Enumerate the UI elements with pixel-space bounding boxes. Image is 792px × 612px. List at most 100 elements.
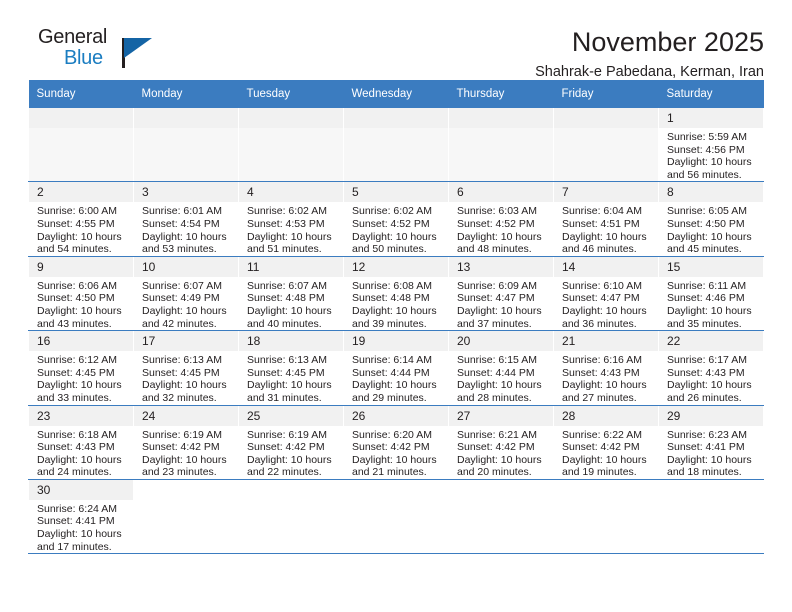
day-number: 16: [29, 331, 133, 352]
day-number-placeholder: [344, 108, 448, 128]
calendar-day-cell[interactable]: 24 Sunrise: 6:19 AM Sunset: 4:42 PM Dayligh…: [133, 405, 239, 480]
calendar-day-cell[interactable]: 26 Sunrise: 6:20 AM Sunset: 4:42 PM Dayligh…: [343, 405, 449, 480]
daylight-text-line1: Daylight: 10 hours: [37, 528, 122, 541]
calendar-day-cell[interactable]: 8 Sunrise: 6:05 AM Sunset: 4:50 PM Daylight…: [658, 181, 764, 257]
sunrise-text: Sunrise: 6:06 AM: [37, 279, 117, 292]
daylight-text-line2: and 50 minutes.: [352, 243, 427, 256]
calendar-day-cell-empty: [238, 479, 344, 555]
weekday-header-wednesday: Wednesday: [343, 80, 449, 108]
calendar-day-cell-empty: [448, 108, 554, 183]
sunset-text: Sunset: 4:41 PM: [37, 515, 115, 528]
sunset-text: Sunset: 4:42 PM: [352, 441, 430, 454]
day-sun-info: Sunrise: 6:02 AM Sunset: 4:52 PM Daylight:…: [344, 202, 448, 255]
day-number: 6: [449, 182, 553, 203]
day-sun-info: Sunrise: 6:07 AM Sunset: 4:48 PM Daylight:…: [239, 277, 343, 330]
calendar-day-cell-empty: [133, 108, 239, 183]
day-number: 10: [134, 256, 238, 277]
calendar-day-cell[interactable]: 30 Sunrise: 6:24 AM Sunset: 4:41 PM Dayligh…: [28, 479, 134, 555]
daylight-text-line1: Daylight: 10 hours: [352, 453, 437, 466]
calendar-day-cell[interactable]: 11 Sunrise: 6:07 AM Sunset: 4:48 PM Dayligh…: [238, 256, 344, 332]
calendar-day-cell[interactable]: 9 Sunrise: 6:06 AM Sunset: 4:50 PM Daylight…: [28, 256, 134, 332]
day-number: 7: [554, 182, 658, 203]
day-number: 13: [449, 256, 553, 277]
day-sun-info: Sunrise: 6:00 AM Sunset: 4:55 PM Daylight:…: [29, 202, 133, 255]
calendar-day-cell[interactable]: 2 Sunrise: 6:00 AM Sunset: 4:55 PM Daylight…: [28, 181, 134, 257]
calendar-day-cell-empty: [238, 108, 344, 183]
sunset-text: Sunset: 4:51 PM: [562, 217, 640, 230]
calendar-day-cell[interactable]: 1 Sunrise: 5:59 AM Sunset: 4:56 PM Daylight…: [658, 108, 764, 183]
daylight-text-line1: Daylight: 10 hours: [247, 379, 332, 392]
calendar-day-cell[interactable]: 10 Sunrise: 6:07 AM Sunset: 4:49 PM Dayligh…: [133, 256, 239, 332]
calendar-day-cell[interactable]: 15 Sunrise: 6:11 AM Sunset: 4:46 PM Dayligh…: [658, 256, 764, 332]
daylight-text-line2: and 26 minutes.: [667, 391, 742, 404]
calendar-day-cell[interactable]: 6 Sunrise: 6:03 AM Sunset: 4:52 PM Daylight…: [448, 181, 554, 257]
daylight-text-line1: Daylight: 10 hours: [562, 230, 647, 243]
sunrise-text: Sunrise: 6:22 AM: [562, 428, 642, 441]
page-header: General Blue November 2025 Shahrak-e Pab…: [28, 0, 764, 80]
sunrise-text: Sunrise: 6:00 AM: [37, 205, 117, 218]
daylight-text-line1: Daylight: 10 hours: [667, 453, 752, 466]
sunrise-text: Sunrise: 6:19 AM: [247, 428, 327, 441]
calendar-day-cell[interactable]: 27 Sunrise: 6:21 AM Sunset: 4:42 PM Dayligh…: [448, 405, 554, 480]
sunset-text: Sunset: 4:42 PM: [247, 441, 325, 454]
daylight-text-line2: and 21 minutes.: [352, 466, 427, 479]
sunset-text: Sunset: 4:54 PM: [142, 217, 220, 230]
daylight-text-line2: and 24 minutes.: [37, 466, 112, 479]
day-number: 14: [554, 256, 658, 277]
sunset-text: Sunset: 4:45 PM: [247, 366, 325, 379]
calendar-day-cell[interactable]: 13 Sunrise: 6:09 AM Sunset: 4:47 PM Dayligh…: [448, 256, 554, 332]
calendar-day-cell[interactable]: 4 Sunrise: 6:02 AM Sunset: 4:53 PM Daylight…: [238, 181, 344, 257]
day-number: 9: [29, 256, 133, 277]
day-sun-info: Sunrise: 6:04 AM Sunset: 4:51 PM Daylight:…: [554, 202, 658, 255]
daylight-text-line1: Daylight: 10 hours: [352, 230, 437, 243]
day-sun-info: Sunrise: 6:15 AM Sunset: 4:44 PM Daylight:…: [449, 351, 553, 404]
calendar-day-cell[interactable]: 7 Sunrise: 6:04 AM Sunset: 4:51 PM Daylight…: [553, 181, 659, 257]
calendar-day-cell[interactable]: 16 Sunrise: 6:12 AM Sunset: 4:45 PM Dayligh…: [28, 330, 134, 406]
calendar-day-cell-empty: [553, 108, 659, 183]
sunset-text: Sunset: 4:48 PM: [352, 292, 430, 305]
calendar-day-cell[interactable]: 20 Sunrise: 6:15 AM Sunset: 4:44 PM Dayligh…: [448, 330, 554, 406]
sunrise-text: Sunrise: 6:07 AM: [247, 279, 327, 292]
daylight-text-line2: and 43 minutes.: [37, 317, 112, 330]
sunrise-text: Sunrise: 5:59 AM: [667, 131, 747, 143]
daylight-text-line1: Daylight: 10 hours: [667, 379, 752, 392]
day-number: 20: [449, 331, 553, 352]
calendar-day-cell[interactable]: 29 Sunrise: 6:23 AM Sunset: 4:41 PM Dayligh…: [658, 405, 764, 480]
calendar-day-cell[interactable]: 14 Sunrise: 6:10 AM Sunset: 4:47 PM Dayligh…: [553, 256, 659, 332]
weekday-header-friday: Friday: [553, 80, 659, 108]
daylight-text-line2: and 56 minutes.: [667, 168, 742, 181]
daylight-text-line1: Daylight: 10 hours: [667, 230, 752, 243]
daylight-text-line1: Daylight: 10 hours: [457, 304, 542, 317]
day-number: 19: [344, 331, 448, 352]
title-block: November 2025 Shahrak-e Pabedana, Kerman…: [535, 26, 764, 82]
calendar-day-cell[interactable]: 21 Sunrise: 6:16 AM Sunset: 4:43 PM Dayligh…: [553, 330, 659, 406]
calendar-day-cell[interactable]: 22 Sunrise: 6:17 AM Sunset: 4:43 PM Dayligh…: [658, 330, 764, 406]
sunrise-text: Sunrise: 6:10 AM: [562, 279, 642, 292]
sunrise-text: Sunrise: 6:05 AM: [667, 205, 747, 218]
sunrise-text: Sunrise: 6:24 AM: [37, 502, 117, 515]
sunrise-text: Sunrise: 6:04 AM: [562, 205, 642, 218]
calendar-day-cell[interactable]: 18 Sunrise: 6:13 AM Sunset: 4:45 PM Dayligh…: [238, 330, 344, 406]
sunset-text: Sunset: 4:47 PM: [457, 292, 535, 305]
calendar-day-cell[interactable]: 12 Sunrise: 6:08 AM Sunset: 4:48 PM Dayligh…: [343, 256, 449, 332]
calendar-day-cell[interactable]: 23 Sunrise: 6:18 AM Sunset: 4:43 PM Dayligh…: [28, 405, 134, 480]
calendar-day-cell[interactable]: 19 Sunrise: 6:14 AM Sunset: 4:44 PM Dayligh…: [343, 330, 449, 406]
calendar-week-row: 23 Sunrise: 6:18 AM Sunset: 4:43 PM Dayligh…: [28, 405, 764, 480]
daylight-text-line1: Daylight: 10 hours: [562, 304, 647, 317]
daylight-text-line2: and 23 minutes.: [142, 466, 217, 479]
calendar-day-cell[interactable]: 17 Sunrise: 6:13 AM Sunset: 4:45 PM Dayligh…: [133, 330, 239, 406]
sunrise-text: Sunrise: 6:13 AM: [247, 354, 327, 367]
daylight-text-line2: and 27 minutes.: [562, 391, 637, 404]
day-sun-info: Sunrise: 6:07 AM Sunset: 4:49 PM Daylight:…: [134, 277, 238, 330]
calendar-day-cell[interactable]: 28 Sunrise: 6:22 AM Sunset: 4:42 PM Dayligh…: [553, 405, 659, 480]
weekday-header-sunday: Sunday: [28, 80, 134, 108]
day-sun-info: Sunrise: 6:03 AM Sunset: 4:52 PM Daylight:…: [449, 202, 553, 255]
calendar-day-cell[interactable]: 25 Sunrise: 6:19 AM Sunset: 4:42 PM Dayligh…: [238, 405, 344, 480]
sunrise-text: Sunrise: 6:02 AM: [352, 205, 432, 218]
calendar-day-cell-empty: [343, 479, 449, 555]
day-sun-info: Sunrise: 6:20 AM Sunset: 4:42 PM Daylight:…: [344, 426, 448, 479]
sunrise-text: Sunrise: 6:08 AM: [352, 279, 432, 292]
calendar-day-cell[interactable]: 5 Sunrise: 6:02 AM Sunset: 4:52 PM Daylight…: [343, 181, 449, 257]
daylight-text-line1: Daylight: 10 hours: [667, 304, 752, 317]
calendar-day-cell[interactable]: 3 Sunrise: 6:01 AM Sunset: 4:54 PM Daylight…: [133, 181, 239, 257]
